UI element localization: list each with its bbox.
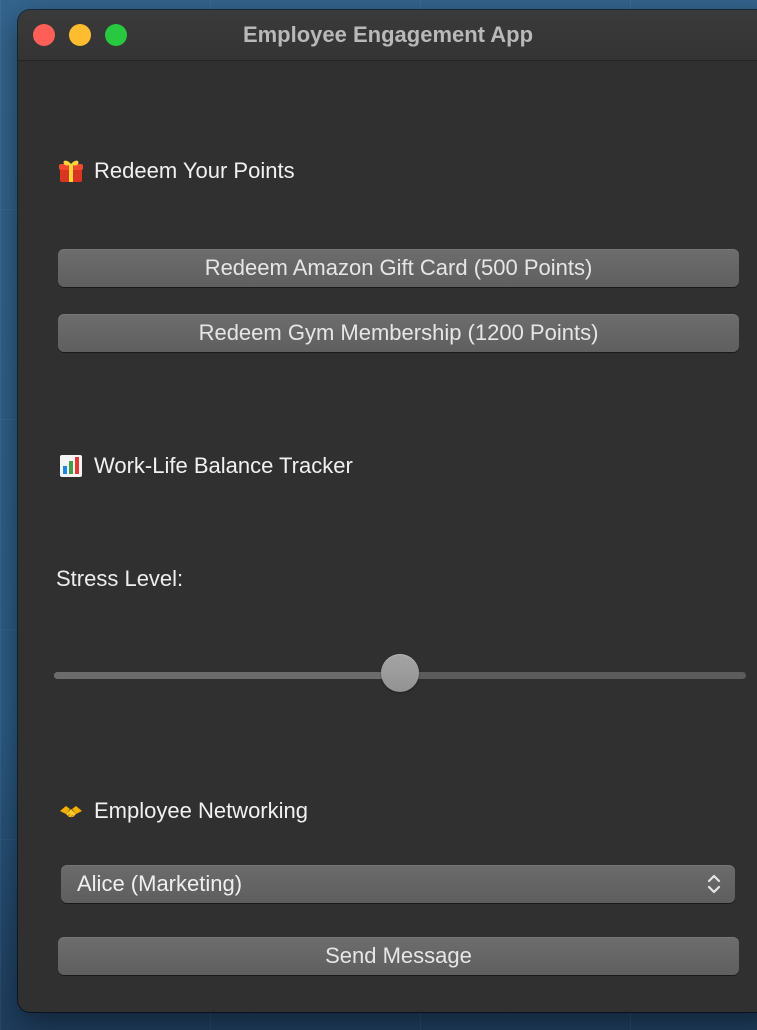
title-bar: Employee Engagement App bbox=[18, 10, 757, 61]
window-title: Employee Engagement App bbox=[242, 22, 534, 47]
networking-heading-text: Employee Networking bbox=[94, 798, 308, 823]
contact-selector[interactable]: Alice (Marketing) bbox=[61, 865, 735, 903]
send-message-button[interactable]: Send Message bbox=[58, 937, 739, 975]
stress-slider[interactable] bbox=[54, 654, 746, 694]
stress-slider-fill bbox=[54, 672, 400, 679]
gift-icon bbox=[56, 156, 86, 186]
app-window: Employee Engagement App Redeem Your Poin… bbox=[18, 10, 757, 1012]
redeem-gym-button[interactable]: Redeem Gym Membership (1200 Points) bbox=[58, 314, 739, 352]
chevron-up-down-icon bbox=[705, 873, 723, 895]
handshake-icon bbox=[56, 796, 86, 826]
networking-section-heading: Employee Networking bbox=[56, 796, 308, 826]
redeem-section-heading: Redeem Your Points bbox=[56, 156, 295, 186]
stress-level-label: Stress Level: bbox=[56, 566, 184, 591]
main-content: Redeem Your Points Redeem Amazon Gift Ca… bbox=[18, 61, 757, 1012]
balance-section-heading: Work-Life Balance Tracker bbox=[56, 451, 353, 481]
bar-chart-icon bbox=[56, 451, 86, 481]
stress-slider-thumb[interactable] bbox=[381, 654, 419, 692]
balance-heading-text: Work-Life Balance Tracker bbox=[94, 453, 353, 478]
selected-contact-value: Alice (Marketing) bbox=[77, 871, 243, 896]
redeem-heading-text: Redeem Your Points bbox=[94, 158, 295, 183]
redeem-amazon-button[interactable]: Redeem Amazon Gift Card (500 Points) bbox=[58, 249, 739, 287]
